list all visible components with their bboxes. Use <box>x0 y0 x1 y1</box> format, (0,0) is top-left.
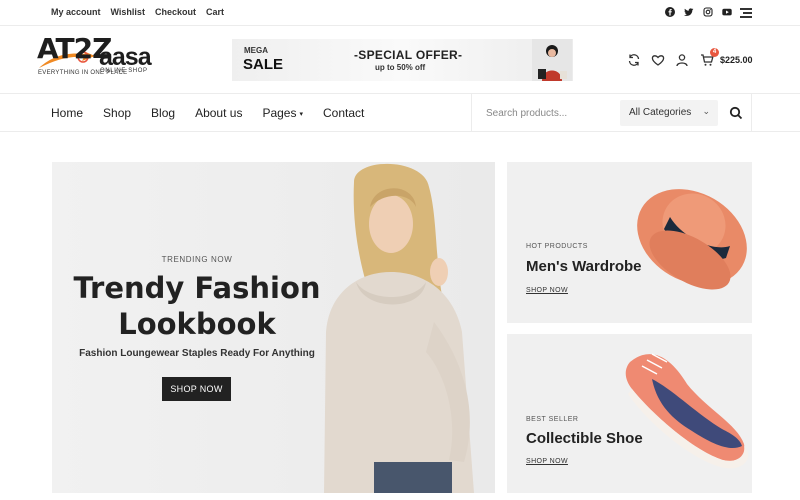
main-navigation-bar: Home Shop Blog About us Pages▾ Contact A… <box>0 94 800 132</box>
facebook-icon[interactable] <box>665 7 675 17</box>
card-kicker: HOT PRODUCTS <box>526 243 588 250</box>
nav-item-pages-label: Pages <box>262 106 297 120</box>
category-select-value: All Categories <box>629 107 692 118</box>
promo-card-collectible-shoe[interactable]: BEST SELLER Collectible Shoe SHOP NOW <box>507 334 752 493</box>
promo-card-mens-wardrobe[interactable]: HOT PRODUCTS Men's Wardrobe SHOP NOW <box>507 162 752 323</box>
card-shop-now-link[interactable]: SHOP NOW <box>526 287 568 294</box>
product-search: All Categories ⌄ <box>471 94 752 132</box>
heart-icon[interactable] <box>651 53 665 67</box>
nav-item-contact[interactable]: Contact <box>323 106 364 120</box>
social-links <box>665 7 732 17</box>
hero-model-image <box>324 163 474 493</box>
refresh-icon[interactable] <box>627 53 641 67</box>
promo-banner[interactable]: MEGA SALE -SPECIAL OFFER- up to 50% off <box>232 39 573 81</box>
hero-banner: TRENDING NOW Trendy Fashion Lookbook Fas… <box>52 162 495 493</box>
cart-link[interactable]: Cart <box>206 7 224 17</box>
hero-title-line2: Lookbook <box>118 307 276 341</box>
nav-item-pages[interactable]: Pages ▾ <box>262 106 303 120</box>
mini-cart[interactable]: 4 $225.00 <box>700 48 760 69</box>
site-logo[interactable]: AT2Z aasa EVERYTHING IN ONE PLACE ONLINE… <box>37 34 162 82</box>
cart-count-badge: 4 <box>710 48 719 57</box>
promo-mega: MEGA <box>244 46 268 55</box>
nav-item-blog[interactable]: Blog <box>151 106 175 120</box>
twitter-icon[interactable] <box>684 7 694 17</box>
card-kicker: BEST SELLER <box>526 416 579 423</box>
header-actions <box>627 53 689 67</box>
caret-down-icon: ▾ <box>299 111 303 118</box>
hero-title-line1: Trendy Fashion <box>73 271 321 305</box>
logo-subtitle: ONLINE SHOP <box>100 68 148 74</box>
hero-description: Fashion Loungewear Staples Ready For Any… <box>79 348 315 359</box>
nav-item-about[interactable]: About us <box>195 106 242 120</box>
user-icon[interactable] <box>675 53 689 67</box>
category-select[interactable]: All Categories ⌄ <box>620 100 718 126</box>
checkout-link[interactable]: Checkout <box>155 7 196 17</box>
search-input[interactable] <box>486 104 616 122</box>
wishlist-link[interactable]: Wishlist <box>111 7 145 17</box>
card-shop-now-link[interactable]: SHOP NOW <box>526 458 568 465</box>
promo-sale: SALE <box>243 56 284 73</box>
promo-model-image <box>532 39 572 81</box>
nav-item-home[interactable]: Home <box>51 106 83 120</box>
search-icon[interactable] <box>729 106 743 120</box>
promo-offer: -SPECIAL OFFER- <box>354 48 463 62</box>
hero-title: Trendy Fashion Lookbook <box>52 270 342 342</box>
cart-total: $225.00 <box>720 55 753 65</box>
instagram-icon[interactable] <box>703 7 713 17</box>
my-account-link[interactable]: My account <box>51 7 101 17</box>
youtube-icon[interactable] <box>722 7 732 17</box>
site-header: AT2Z aasa EVERYTHING IN ONE PLACE ONLINE… <box>0 26 800 94</box>
promo-discount: up to 50% off <box>375 63 426 72</box>
hero-kicker: TRENDING NOW <box>161 255 233 264</box>
shoe-image <box>625 353 749 469</box>
account-links: My account Wishlist Checkout Cart <box>51 7 224 17</box>
chevron-down-icon: ⌄ <box>702 106 710 116</box>
nav-item-shop[interactable]: Shop <box>103 106 131 120</box>
hamburger-icon[interactable] <box>740 8 752 18</box>
hat-image <box>637 189 747 290</box>
top-utility-bar: My account Wishlist Checkout Cart <box>0 0 800 26</box>
main-nav: Home Shop Blog About us Pages ▾ Contact <box>51 106 364 120</box>
hero-shop-now-button[interactable]: SHOP NOW <box>162 377 231 401</box>
